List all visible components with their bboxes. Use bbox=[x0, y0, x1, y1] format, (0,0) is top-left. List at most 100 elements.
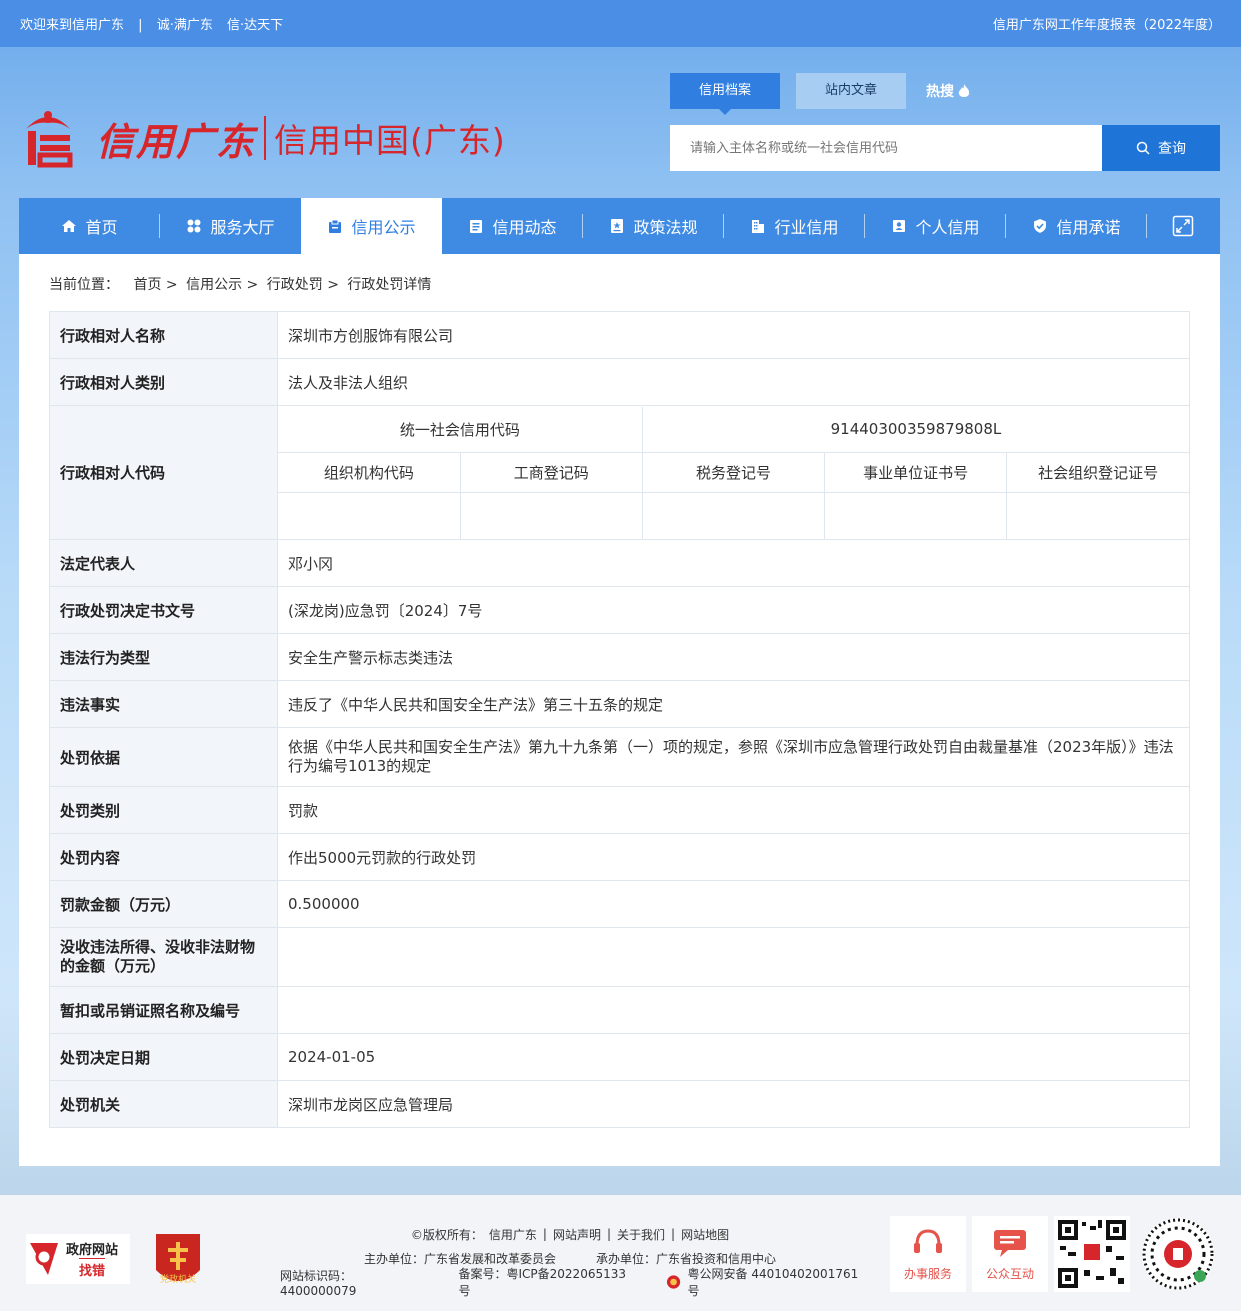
nav-expand-button[interactable] bbox=[1147, 198, 1219, 254]
qr-code-miniprogram bbox=[1140, 1216, 1216, 1292]
gov-site-error-badge[interactable]: 政府网站 找错 bbox=[26, 1234, 130, 1284]
search-bar: 查询 bbox=[670, 125, 1220, 171]
table-row: 行政处罚决定书文号 (深龙岗)应急罚〔2024〕7号 bbox=[49, 586, 1190, 634]
field-label: 违法行为类型 bbox=[49, 633, 278, 681]
party-gov-badge[interactable]: 党政机关 bbox=[152, 1230, 204, 1290]
nav-service-hall[interactable]: 服务大厅 bbox=[160, 198, 301, 254]
org-code-value bbox=[278, 492, 461, 539]
field-label: 违法事实 bbox=[49, 680, 278, 728]
table-row: 违法事实 违反了《中华人民共和国安全生产法》第三十五条的规定 bbox=[49, 680, 1190, 728]
magnifier-badge-icon bbox=[30, 1243, 58, 1275]
footer-link-about[interactable]: 关于我们 bbox=[617, 1226, 665, 1243]
search-icon bbox=[1136, 141, 1150, 155]
shield-check-icon bbox=[1034, 219, 1047, 233]
biz-reg-label: 工商登记码 bbox=[459, 452, 643, 493]
separator: | bbox=[138, 18, 143, 33]
breadcrumb-current: 行政处罚详情 bbox=[347, 277, 432, 293]
search-button-label: 查询 bbox=[1158, 141, 1186, 157]
nav-home[interactable]: 首页 bbox=[19, 198, 160, 254]
field-value: 0.500000 bbox=[277, 880, 1190, 928]
nav-policy-label: 政策法规 bbox=[633, 218, 698, 237]
breadcrumb: 当前位置： 首页 > 信用公示 > 行政处罚 > 行政处罚详情 bbox=[49, 274, 435, 294]
field-value bbox=[277, 927, 1190, 987]
nav-credit-publicity[interactable]: 信用公示 bbox=[301, 198, 442, 254]
breadcrumb-publicity[interactable]: 信用公示 bbox=[186, 277, 242, 293]
interaction-button[interactable]: 公众互动 bbox=[972, 1216, 1048, 1292]
field-label: 行政处罚决定书文号 bbox=[49, 586, 278, 634]
search-input[interactable] bbox=[670, 125, 1102, 171]
biz-reg-value bbox=[459, 492, 643, 539]
nav-industry-credit[interactable]: 行业信用 bbox=[724, 198, 865, 254]
field-label: 处罚依据 bbox=[49, 727, 278, 787]
nav-service-hall-label: 服务大厅 bbox=[210, 218, 275, 237]
table-row: 行政相对人名称 深圳市方创服饰有限公司 bbox=[49, 311, 1190, 359]
field-value: 邓小冈 bbox=[277, 539, 1190, 587]
hot-search[interactable]: 热搜 bbox=[926, 81, 971, 101]
policy-doc-icon bbox=[611, 219, 624, 233]
logo-divider bbox=[264, 116, 267, 160]
field-value: 罚款 bbox=[277, 786, 1190, 834]
inst-cert-label: 事业单位证书号 bbox=[824, 452, 1008, 493]
table-row: 行政相对人类别 法人及非法人组织 bbox=[49, 358, 1190, 406]
nav-policy[interactable]: 政策法规 bbox=[583, 198, 724, 254]
footer-link-xygd[interactable]: 信用广东 bbox=[489, 1226, 537, 1243]
breadcrumb-home[interactable]: 首页 bbox=[133, 277, 161, 293]
qr-code-icon bbox=[1054, 1216, 1130, 1292]
welcome-text: 欢迎来到信用广东 bbox=[20, 18, 125, 33]
tab-site-articles[interactable]: 站内文章 bbox=[796, 73, 906, 109]
police-record-link[interactable]: 粤公网安备 44010402001761号 bbox=[688, 1265, 860, 1299]
flame-icon bbox=[958, 84, 970, 97]
slogan-2: 信·达天下 bbox=[226, 18, 284, 33]
logo-emblem-icon bbox=[20, 107, 76, 169]
hot-search-label: 热搜 bbox=[926, 84, 954, 100]
field-label: 法定代表人 bbox=[49, 539, 278, 587]
tab-credit-archive[interactable]: 信用档案 bbox=[670, 73, 780, 115]
field-value: 违反了《中华人民共和国安全生产法》第三十五条的规定 bbox=[277, 680, 1190, 728]
grid-icon bbox=[187, 219, 201, 233]
nav-industry-credit-label: 行业信用 bbox=[774, 218, 839, 237]
top-bar-left: 欢迎来到信用广东 | 诚·满广东 信·达天下 bbox=[20, 14, 283, 33]
service-button[interactable]: 办事服务 bbox=[890, 1216, 966, 1292]
person-card-icon bbox=[893, 220, 906, 232]
field-value: 依据《中华人民共和国安全生产法》第九十九条第（一）项的规定，参照《深圳市应急管理… bbox=[277, 727, 1190, 787]
search-button[interactable]: 查询 bbox=[1102, 125, 1220, 171]
nav-personal-credit[interactable]: 个人信用 bbox=[865, 198, 1006, 254]
site-id: 网站标识码：4400000079 bbox=[280, 1268, 357, 1298]
undertake-unit: 承办单位：广东省投资和信用中心 bbox=[596, 1251, 777, 1266]
table-row: 罚款金额（万元） 0.500000 bbox=[49, 880, 1190, 928]
host-unit: 主办单位：广东省发展和改革委员会 bbox=[363, 1251, 556, 1266]
field-value: 深圳市方创服饰有限公司 bbox=[277, 311, 1190, 359]
breadcrumb-penalty[interactable]: 行政处罚 bbox=[267, 277, 323, 293]
breadcrumb-sep: > bbox=[327, 277, 339, 293]
footer-info: ©版权所有： 信用广东 | 网站声明 | 关于我们 | 网站地图 主办单位：广东省发展… bbox=[280, 1222, 860, 1298]
main-content: 当前位置： 首页 > 信用公示 > 行政处罚 > 行政处罚详情 行政相对人名称 … bbox=[19, 254, 1220, 1166]
field-label: 处罚机关 bbox=[49, 1080, 278, 1128]
footer-sep: | bbox=[606, 1227, 612, 1241]
footer-link-sitemap[interactable]: 网站地图 bbox=[681, 1226, 729, 1243]
tax-reg-value bbox=[641, 492, 826, 539]
nav-credit-publicity-label: 信用公示 bbox=[351, 218, 416, 237]
code-subtable-cell: 统一社会信用代码 91440300359879808L 组织机构代码 工商登记码… bbox=[277, 405, 1190, 540]
inst-cert-value bbox=[824, 492, 1008, 539]
qr-code-wechat bbox=[1054, 1216, 1130, 1292]
nav-credit-news[interactable]: 信用动态 bbox=[442, 198, 583, 254]
footer-sep: | bbox=[542, 1227, 547, 1241]
field-label: 暂扣或吊销证照名称及编号 bbox=[49, 986, 278, 1034]
annual-report-link[interactable]: 信用广东网工作年度报表（2022年度） bbox=[993, 14, 1221, 33]
field-value: (深龙岗)应急罚〔2024〕7号 bbox=[277, 586, 1190, 634]
document-icon bbox=[470, 220, 483, 233]
field-label: 行政相对人代码 bbox=[49, 405, 278, 540]
service-label: 办事服务 bbox=[903, 1266, 952, 1281]
field-label: 处罚类别 bbox=[49, 786, 278, 834]
table-row: 暂扣或吊销证照名称及编号 bbox=[49, 986, 1190, 1034]
icp-link[interactable]: 备案号：粤ICP备2022065133号 bbox=[459, 1265, 628, 1299]
org-code-label: 组织机构代码 bbox=[278, 452, 461, 493]
building-icon bbox=[752, 220, 765, 233]
table-row: 违法行为类型 安全生产警示标志类违法 bbox=[49, 633, 1190, 681]
nav-credit-news-label: 信用动态 bbox=[492, 218, 557, 237]
site-logo[interactable]: 信用广东 信用中国(广东) bbox=[20, 107, 506, 169]
nav-credit-commitment[interactable]: 信用承诺 bbox=[1006, 198, 1147, 254]
field-value: 2024-01-05 bbox=[277, 1033, 1190, 1081]
footer-link-statement[interactable]: 网站声明 bbox=[553, 1226, 601, 1243]
field-label: 处罚决定日期 bbox=[49, 1033, 278, 1081]
